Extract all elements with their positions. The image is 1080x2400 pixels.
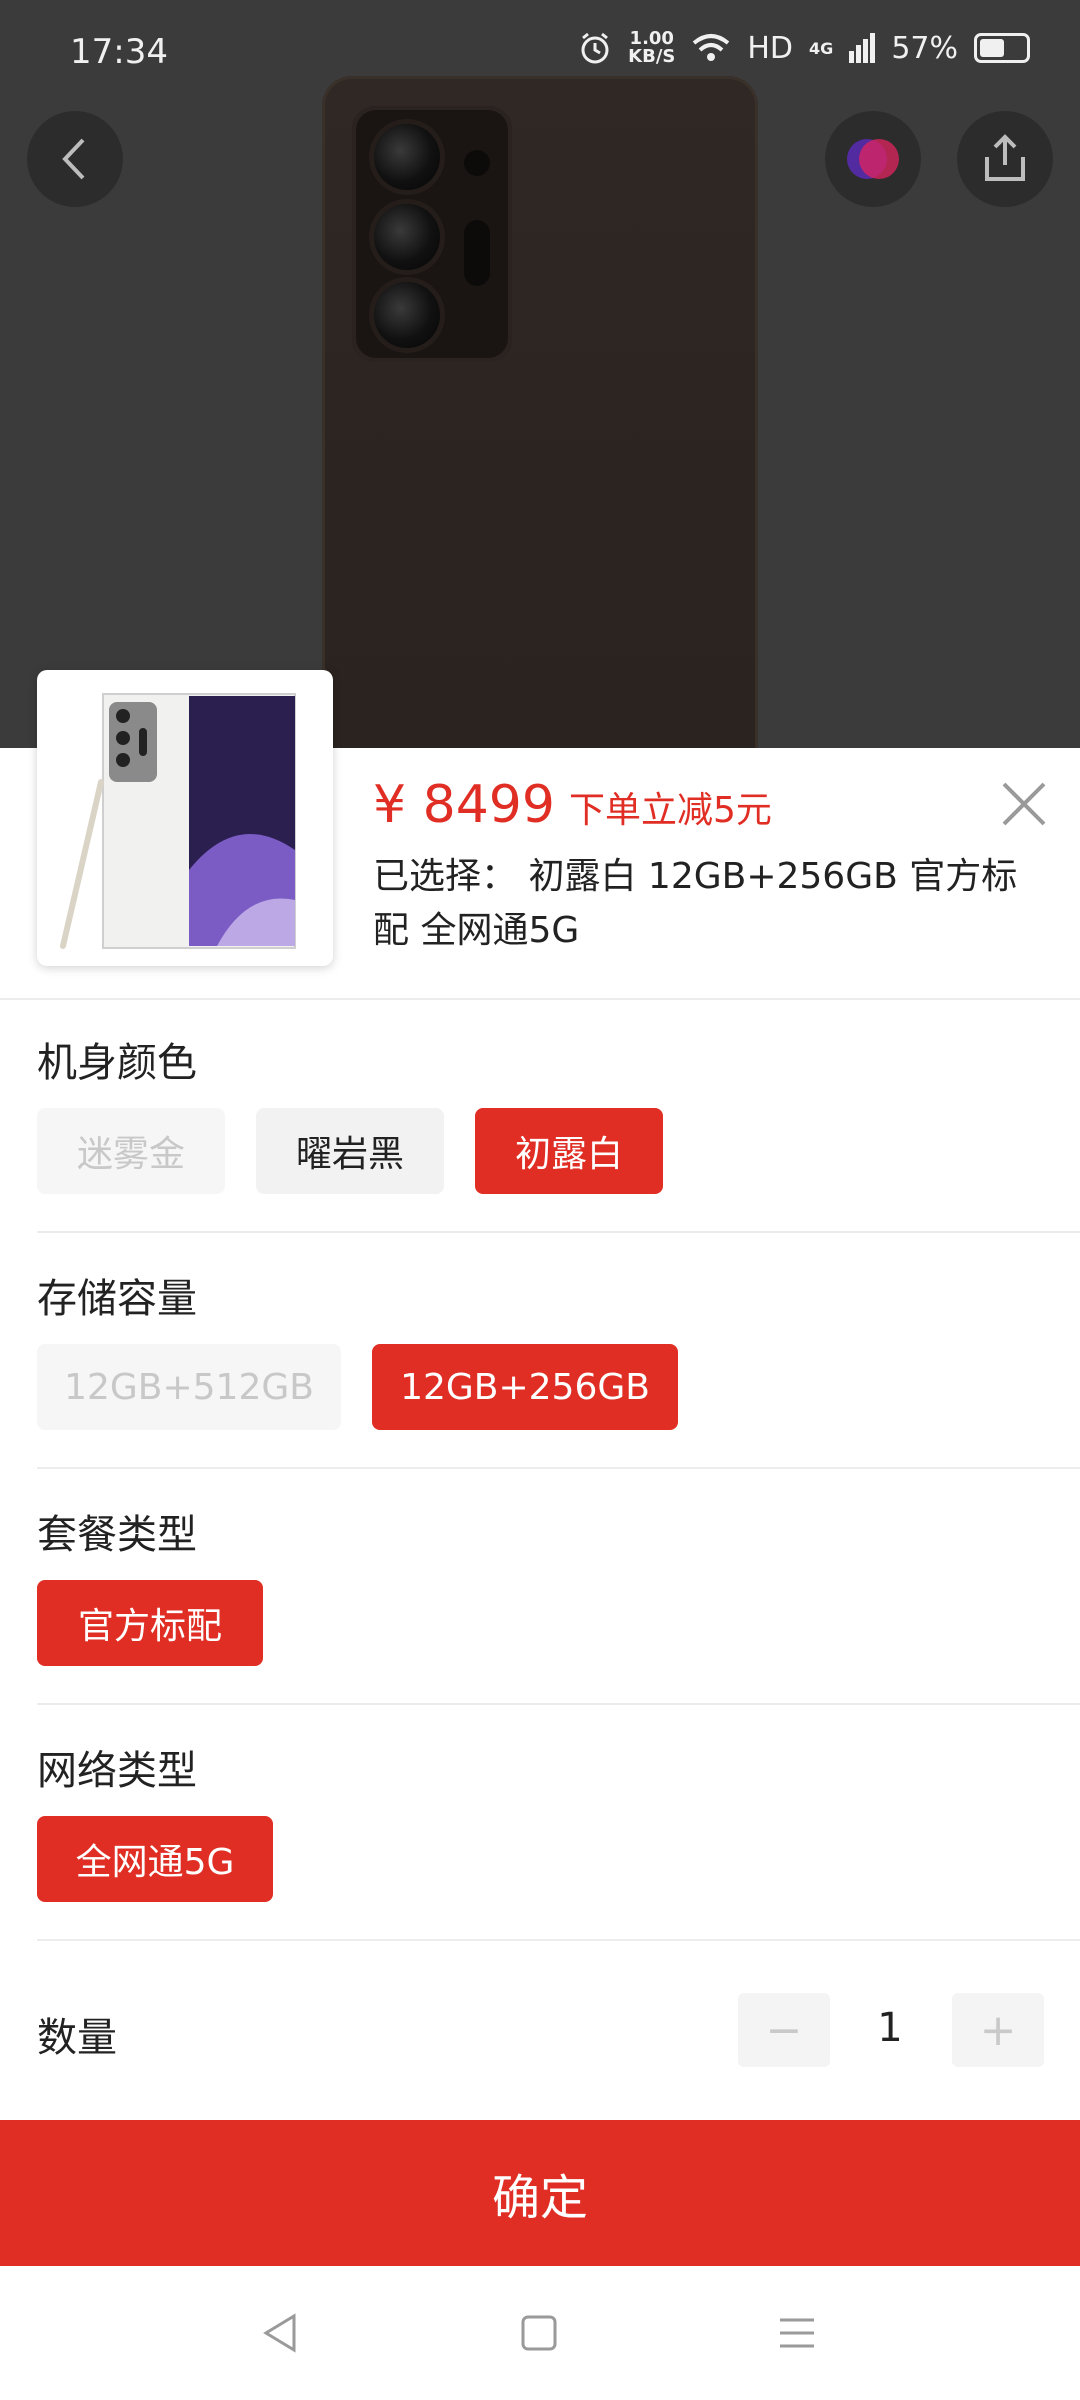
selected-summary: 已选择： 初露白 12GB+256GB 官方标配 全网通5G — [373, 850, 1033, 958]
divider — [0, 998, 1080, 1000]
product-thumbnail-image — [60, 693, 296, 949]
selected-label: 已选择： — [373, 856, 518, 897]
net-speed-unit: KB/S — [628, 46, 676, 67]
product-hero-image — [0, 0, 1080, 776]
option-package-official[interactable]: 官方标配 — [37, 1580, 263, 1666]
back-button[interactable] — [27, 111, 123, 207]
quantity-increase-button[interactable]: + — [952, 1993, 1044, 2067]
net-speed: 1.00 KB/S — [628, 30, 675, 66]
divider — [37, 1939, 1080, 1941]
quantity-decrease-button[interactable]: − — [738, 1993, 830, 2067]
camera-module-image — [352, 106, 512, 362]
option-color-mist-gold[interactable]: 迷雾金 — [37, 1108, 225, 1194]
option-storage-512[interactable]: 12GB+512GB — [37, 1344, 341, 1430]
confirm-button[interactable]: 确定 — [0, 2120, 1080, 2266]
hd-indicator: HD — [747, 30, 794, 66]
divider — [37, 1231, 1080, 1233]
assistant-button[interactable] — [825, 111, 921, 207]
status-time: 17:34 — [70, 32, 168, 72]
camera-lens — [374, 282, 440, 348]
alarm-icon — [581, 32, 609, 64]
laser-sensor — [464, 220, 490, 286]
phone-back-image — [322, 76, 758, 776]
flash-sensor — [464, 150, 490, 176]
triangle-back-icon[interactable] — [256, 2308, 306, 2358]
section-title-package: 套餐类型 — [37, 1512, 197, 1558]
option-color-dawn-white[interactable]: 初露白 — [475, 1108, 663, 1194]
section-title-storage: 存储容量 — [37, 1276, 197, 1322]
chevron-left-icon — [62, 138, 85, 180]
signal-type: 4G — [809, 38, 834, 58]
price-line: ¥ 8499 下单立减5元 — [373, 775, 772, 835]
status-indicators: 1.00 KB/S HD 4G 57% — [578, 30, 1030, 66]
quantity-label: 数量 — [37, 2015, 117, 2061]
option-network-5g[interactable]: 全网通5G — [37, 1816, 273, 1902]
divider — [37, 1467, 1080, 1469]
option-color-obsidian-black[interactable]: 曜岩黑 — [256, 1108, 444, 1194]
option-storage-256[interactable]: 12GB+256GB — [372, 1344, 678, 1430]
promo-text: 下单立减5元 — [568, 790, 772, 831]
close-icon[interactable] — [996, 776, 1052, 832]
battery-percent: 57% — [891, 30, 958, 66]
share-icon — [985, 134, 1025, 181]
camera-lens — [374, 124, 440, 190]
assistant-avatar-icon — [847, 139, 899, 179]
share-button[interactable] — [957, 111, 1053, 207]
section-title-color: 机身颜色 — [37, 1040, 197, 1086]
battery-icon — [974, 33, 1030, 63]
camera-lens — [374, 204, 440, 270]
wifi-icon — [693, 34, 730, 61]
menu-lines-icon[interactable] — [772, 2308, 822, 2358]
square-home-icon[interactable] — [514, 2308, 564, 2358]
product-thumbnail — [37, 670, 333, 966]
quantity-value[interactable]: 1 — [860, 2005, 920, 2051]
divider — [37, 1703, 1080, 1705]
status-bar: 17:34 1.00 KB/S HD 4G 57% — [0, 0, 1080, 108]
section-title-network: 网络类型 — [37, 1748, 197, 1794]
product-price: ¥ 8499 — [373, 775, 555, 835]
signal-bars-icon — [849, 33, 876, 63]
system-nav-bar — [0, 2266, 1080, 2400]
